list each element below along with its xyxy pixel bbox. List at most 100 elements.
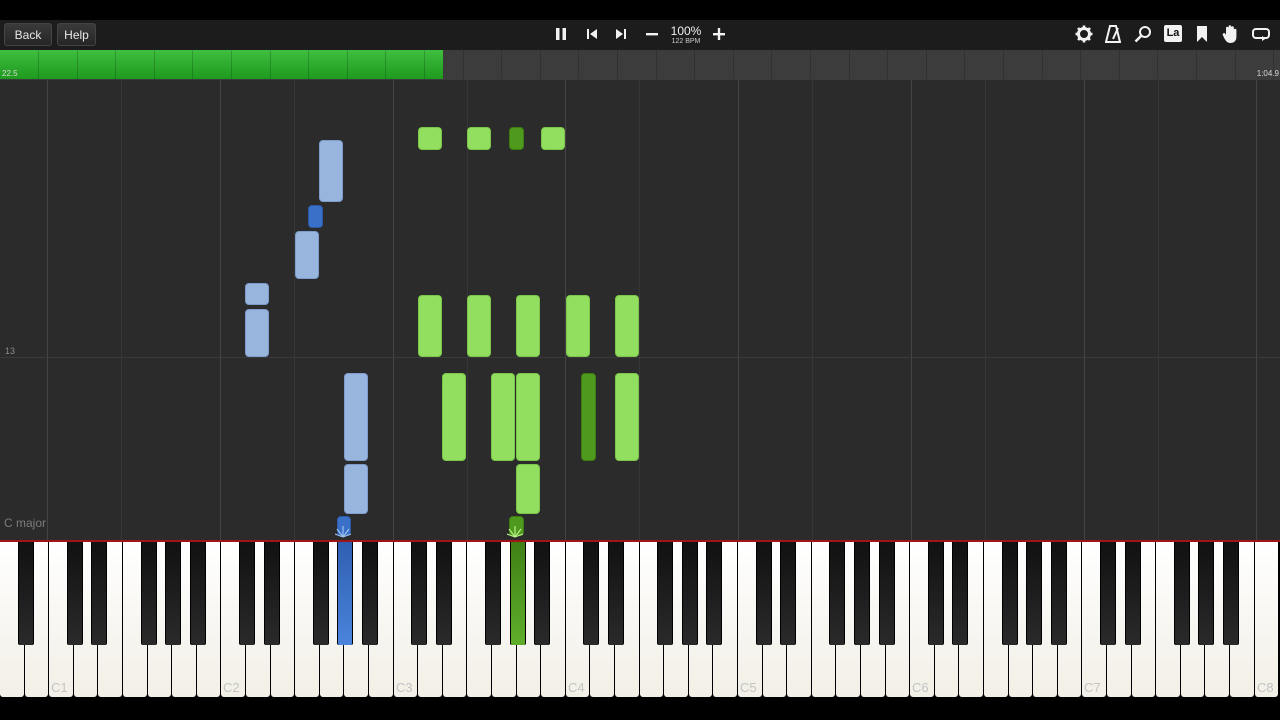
progress-tick <box>231 50 232 79</box>
progress-tick <box>1080 50 1081 79</box>
black-key[interactable] <box>928 542 944 645</box>
help-button[interactable]: Help <box>57 23 96 46</box>
piano-keyboard[interactable]: C1 C2 C3 C4 C5 C6 C7 C8 <box>0 540 1280 700</box>
black-key[interactable] <box>1051 542 1067 645</box>
black-key[interactable] <box>583 542 599 645</box>
progress-tick <box>849 50 850 79</box>
black-key[interactable] <box>1100 542 1116 645</box>
right-hand-note <box>516 373 540 461</box>
octave-line <box>47 80 48 540</box>
f-line <box>985 80 986 540</box>
plus-icon[interactable] <box>709 20 729 51</box>
progress-tick <box>926 50 927 79</box>
black-key[interactable] <box>239 542 255 645</box>
current-time: 22.5 <box>2 69 18 78</box>
right-hand-note <box>491 373 515 461</box>
metronome-icon[interactable] <box>1103 20 1123 53</box>
black-key[interactable] <box>67 542 83 645</box>
octave-line <box>1084 80 1085 540</box>
progress-tick <box>1003 50 1004 79</box>
progress-tick <box>308 50 309 79</box>
progress-tick <box>424 50 425 79</box>
progress-tick <box>1042 50 1043 79</box>
black-key[interactable] <box>534 542 550 645</box>
gear-icon[interactable] <box>1074 20 1094 53</box>
black-key[interactable] <box>313 542 329 645</box>
next-icon[interactable] <box>611 20 631 51</box>
f-line <box>121 80 122 540</box>
f-line <box>294 80 295 540</box>
progress-tick <box>115 50 116 79</box>
key-signature-label: C major <box>4 516 47 530</box>
key-press-sparkle <box>506 524 524 538</box>
octave-line <box>738 80 739 540</box>
right-hand-note <box>418 295 442 357</box>
octave-label: C1 <box>51 680 68 695</box>
black-key[interactable] <box>1174 542 1190 645</box>
octave-line <box>911 80 912 540</box>
progress-tick <box>964 50 965 79</box>
black-key[interactable] <box>91 542 107 645</box>
black-key-active-right[interactable] <box>510 542 526 645</box>
black-key[interactable] <box>141 542 157 645</box>
black-key[interactable] <box>436 542 452 645</box>
progress-tick <box>1196 50 1197 79</box>
previous-icon[interactable] <box>582 20 602 51</box>
left-hand-note <box>344 373 368 461</box>
black-key[interactable] <box>682 542 698 645</box>
black-key[interactable] <box>1002 542 1018 645</box>
black-key[interactable] <box>1198 542 1214 645</box>
octave-label: C2 <box>223 680 240 695</box>
song-progress-bar[interactable]: 22.5 1:04.9 <box>0 50 1280 80</box>
black-key[interactable] <box>1125 542 1141 645</box>
black-key[interactable] <box>485 542 501 645</box>
key-press-sparkle <box>334 524 352 538</box>
right-hand-note <box>516 295 540 357</box>
black-key[interactable] <box>829 542 845 645</box>
black-key[interactable] <box>1223 542 1239 645</box>
hand-icon[interactable] <box>1220 20 1242 54</box>
right-hand-note <box>581 373 596 461</box>
search-icon[interactable] <box>1132 20 1154 53</box>
black-key[interactable] <box>780 542 796 645</box>
label-icon[interactable]: La <box>1162 20 1184 42</box>
octave-line <box>1256 80 1257 540</box>
left-hand-note <box>245 309 269 357</box>
black-key[interactable] <box>362 542 378 645</box>
octave-label: C4 <box>568 680 585 695</box>
black-key[interactable] <box>879 542 895 645</box>
progress-tick <box>77 50 78 79</box>
pause-icon[interactable] <box>551 20 571 51</box>
f-line <box>812 80 813 540</box>
black-key[interactable] <box>854 542 870 645</box>
note-roll: 13 C major <box>0 80 1280 540</box>
progress-tick <box>656 50 657 79</box>
black-key[interactable] <box>1026 542 1042 645</box>
black-key-active-left[interactable] <box>337 542 353 645</box>
left-hand-note <box>295 231 319 279</box>
black-key[interactable] <box>190 542 206 645</box>
progress-tick <box>463 50 464 79</box>
speed-display: 100% 122 BPM <box>664 25 708 46</box>
black-key[interactable] <box>756 542 772 645</box>
right-hand-note <box>442 373 466 461</box>
black-key[interactable] <box>264 542 280 645</box>
black-key[interactable] <box>657 542 673 645</box>
loop-icon[interactable] <box>1250 20 1272 52</box>
bookmark-icon[interactable] <box>1192 20 1212 53</box>
minus-icon[interactable] <box>642 20 662 51</box>
black-key[interactable] <box>608 542 624 645</box>
white-key[interactable] <box>1255 542 1278 697</box>
progress-tick <box>154 50 155 79</box>
measure-line <box>0 357 1280 358</box>
black-key[interactable] <box>18 542 34 645</box>
back-button[interactable]: Back <box>4 23 52 46</box>
black-key[interactable] <box>952 542 968 645</box>
black-key[interactable] <box>165 542 181 645</box>
black-key[interactable] <box>706 542 722 645</box>
black-key[interactable] <box>411 542 427 645</box>
total-time: 1:04.9 <box>1256 69 1279 78</box>
progress-tick <box>733 50 734 79</box>
right-hand-note <box>516 464 540 514</box>
octave-label: C3 <box>396 680 413 695</box>
